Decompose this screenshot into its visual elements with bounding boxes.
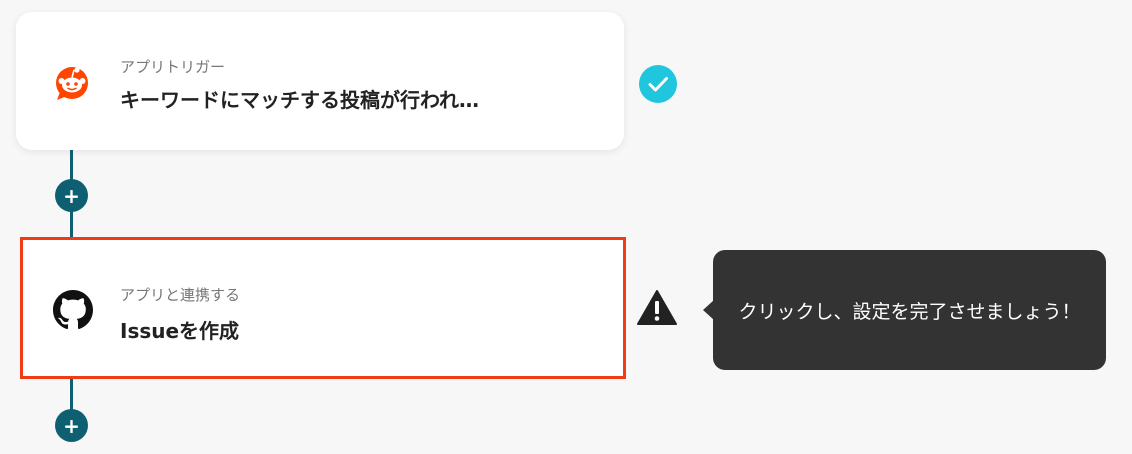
reddit-icon (52, 62, 92, 102)
step-title: キーワードにマッチする投稿が行われ… (120, 88, 479, 112)
action-step-card[interactable]: アプリと連携する Issueを作成 (20, 237, 626, 379)
add-step-button[interactable]: + (55, 179, 88, 212)
add-step-button[interactable]: + (55, 409, 88, 442)
check-icon (639, 65, 677, 103)
setup-tooltip: クリックし、設定を完了させましょう！ (713, 250, 1106, 370)
step-subtitle: アプリトリガー (120, 58, 226, 76)
tooltip-text: クリックし、設定を完了させましょう！ (738, 300, 1081, 323)
warning-icon (636, 289, 678, 327)
step-title: Issueを作成 (120, 319, 240, 343)
step-subtitle: アプリと連携する (120, 286, 241, 304)
trigger-step-card[interactable]: アプリトリガー キーワードにマッチする投稿が行われ… (16, 12, 624, 150)
github-icon (53, 290, 93, 330)
